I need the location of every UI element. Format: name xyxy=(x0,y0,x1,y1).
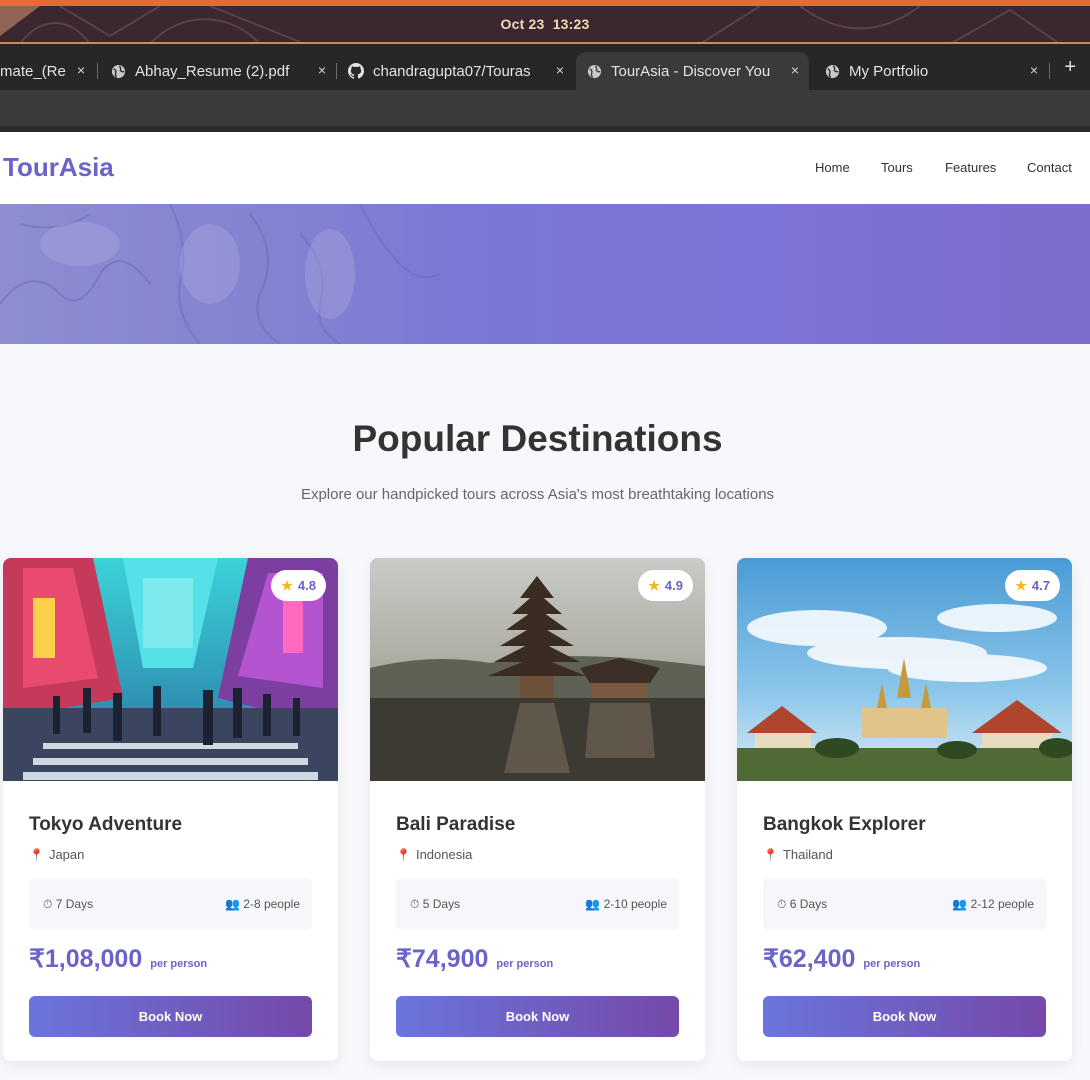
tour-location: 📍 Indonesia xyxy=(396,847,472,862)
site-logo[interactable]: TourAsia xyxy=(3,152,114,183)
tour-duration: ⏱ 5 Days xyxy=(410,897,460,912)
people-icon: 👥 xyxy=(585,897,601,911)
book-now-button[interactable]: Book Now xyxy=(763,996,1046,1037)
tour-location: 📍 Thailand xyxy=(763,847,833,862)
duration-label: 5 Days xyxy=(422,897,461,911)
pin-icon: 📍 xyxy=(29,847,44,862)
tour-info-box: ⏱ 6 Days 👥 2-12 people xyxy=(763,878,1046,930)
price-amount: ₹1,08,000 xyxy=(29,945,143,973)
tour-name: Bali Paradise xyxy=(396,814,516,835)
star-icon: ★ xyxy=(281,577,293,593)
hero-banner xyxy=(0,204,1090,344)
browser-tab-active[interactable]: TourAsia - Discover You × xyxy=(576,52,809,90)
close-icon[interactable]: × xyxy=(791,62,799,78)
stopwatch-icon: ⏱ xyxy=(43,897,53,911)
rating-badge: ★ 4.9 xyxy=(638,570,693,601)
duration-label: 7 Days xyxy=(55,897,94,911)
people-icon: 👥 xyxy=(952,897,968,911)
tab-title: My Portfolio xyxy=(849,62,929,80)
group-label: 2-8 people xyxy=(243,897,300,911)
clock-date: Oct 23 xyxy=(500,16,545,32)
price-unit: per person xyxy=(150,958,208,970)
site-navbar: TourAsia Home Tours Features Contact xyxy=(0,132,1090,204)
stopwatch-icon: ⏱ xyxy=(410,897,420,911)
price-amount: ₹74,900 xyxy=(396,945,489,973)
tab-title: mate_(Re xyxy=(0,62,66,80)
tour-group-size: 👥 2-8 people xyxy=(225,897,300,911)
price-unit: per person xyxy=(863,958,921,970)
new-tab-button[interactable]: + xyxy=(1064,56,1076,79)
clock-time: 13:23 xyxy=(552,16,590,32)
book-now-button[interactable]: Book Now xyxy=(29,996,312,1037)
tab-title: Abhay_Resume (2).pdf xyxy=(135,62,290,80)
rating-badge: ★ 4.7 xyxy=(1005,570,1060,601)
price-amount: ₹62,400 xyxy=(763,945,856,973)
nav-link-features[interactable]: Features xyxy=(945,160,996,175)
tour-info-box: ⏱ 7 Days 👥 2-8 people xyxy=(29,878,312,930)
tour-card[interactable]: ★ 4.9 Bali Paradise 📍 Indonesia ⏱ 5 Days… xyxy=(370,558,705,1061)
browser-tab-strip: mate_(Re × Abhay_Resume (2).pdf × chandr… xyxy=(0,44,1090,90)
tour-name: Bangkok Explorer xyxy=(763,814,926,835)
nav-link-contact[interactable]: Contact xyxy=(1027,160,1072,175)
pin-icon: 📍 xyxy=(396,847,411,862)
rating-badge: ★ 4.8 xyxy=(271,570,326,601)
location-label: Japan xyxy=(48,847,85,862)
os-top-bar: Oct 23 13:23 xyxy=(0,0,1090,44)
globe-icon xyxy=(586,63,602,79)
globe-icon xyxy=(110,63,126,79)
tab-title: TourAsia - Discover You xyxy=(611,62,771,80)
tab-separator xyxy=(336,63,337,79)
tour-price: ₹1,08,000 per person xyxy=(29,944,207,974)
tour-price: ₹62,400 per person xyxy=(763,944,920,974)
browser-tab[interactable]: My Portfolio × xyxy=(814,52,1048,90)
browser-tab[interactable]: chandragupta07/Touras × xyxy=(338,52,574,90)
close-icon[interactable]: × xyxy=(77,62,85,78)
browser-tab[interactable]: Abhay_Resume (2).pdf × xyxy=(100,52,336,90)
tour-card[interactable]: ★ 4.8 Tokyo Adventure 📍 Japan ⏱ 7 Days 👥… xyxy=(3,558,338,1061)
star-icon: ★ xyxy=(1015,577,1027,593)
tour-duration: ⏱ 6 Days xyxy=(777,897,827,912)
location-label: Thailand xyxy=(782,847,833,862)
rating-value: 4.7 xyxy=(1031,578,1050,593)
tab-separator xyxy=(1049,63,1050,79)
nav-link-home[interactable]: Home xyxy=(815,160,850,175)
price-unit: per person xyxy=(496,958,554,970)
rating-value: 4.9 xyxy=(664,578,683,593)
globe-icon xyxy=(824,63,840,79)
nav-link-tours[interactable]: Tours xyxy=(881,160,913,175)
section-title: Popular Destinations xyxy=(352,418,723,459)
tab-title: chandragupta07/Touras xyxy=(373,62,531,80)
tour-location: 📍 Japan xyxy=(29,847,84,862)
tour-price: ₹74,900 per person xyxy=(396,944,553,974)
group-label: 2-10 people xyxy=(603,897,667,911)
star-icon: ★ xyxy=(648,577,660,593)
rating-value: 4.8 xyxy=(297,578,316,593)
section-subtitle: Explore our handpicked tours across Asia… xyxy=(300,486,775,503)
tour-group-size: 👥 2-12 people xyxy=(952,897,1034,911)
tour-duration: ⏱ 7 Days xyxy=(43,897,93,912)
close-icon[interactable]: × xyxy=(318,62,326,78)
tab-separator xyxy=(97,63,98,79)
pin-icon: 📍 xyxy=(763,847,778,862)
tour-info-box: ⏱ 5 Days 👥 2-10 people xyxy=(396,878,679,930)
tour-group-size: 👥 2-10 people xyxy=(585,897,667,911)
tour-card[interactable]: ★ 4.7 Bangkok Explorer 📍 Thailand ⏱ 6 Da… xyxy=(737,558,1072,1061)
hero-background-image xyxy=(0,204,470,344)
duration-label: 6 Days xyxy=(789,897,828,911)
tour-name: Tokyo Adventure xyxy=(29,814,183,835)
stopwatch-icon: ⏱ xyxy=(777,897,787,911)
close-icon[interactable]: × xyxy=(1030,62,1038,78)
people-icon: 👥 xyxy=(224,897,240,911)
github-icon xyxy=(348,63,364,79)
browser-tab[interactable]: mate_(Re × xyxy=(0,52,95,90)
clock[interactable]: Oct 23 13:23 xyxy=(0,16,1090,32)
book-now-button[interactable]: Book Now xyxy=(396,996,679,1037)
location-label: Indonesia xyxy=(415,847,473,862)
close-icon[interactable]: × xyxy=(556,62,564,78)
browser-toolbar xyxy=(0,90,1090,126)
group-label: 2-12 people xyxy=(970,897,1034,911)
